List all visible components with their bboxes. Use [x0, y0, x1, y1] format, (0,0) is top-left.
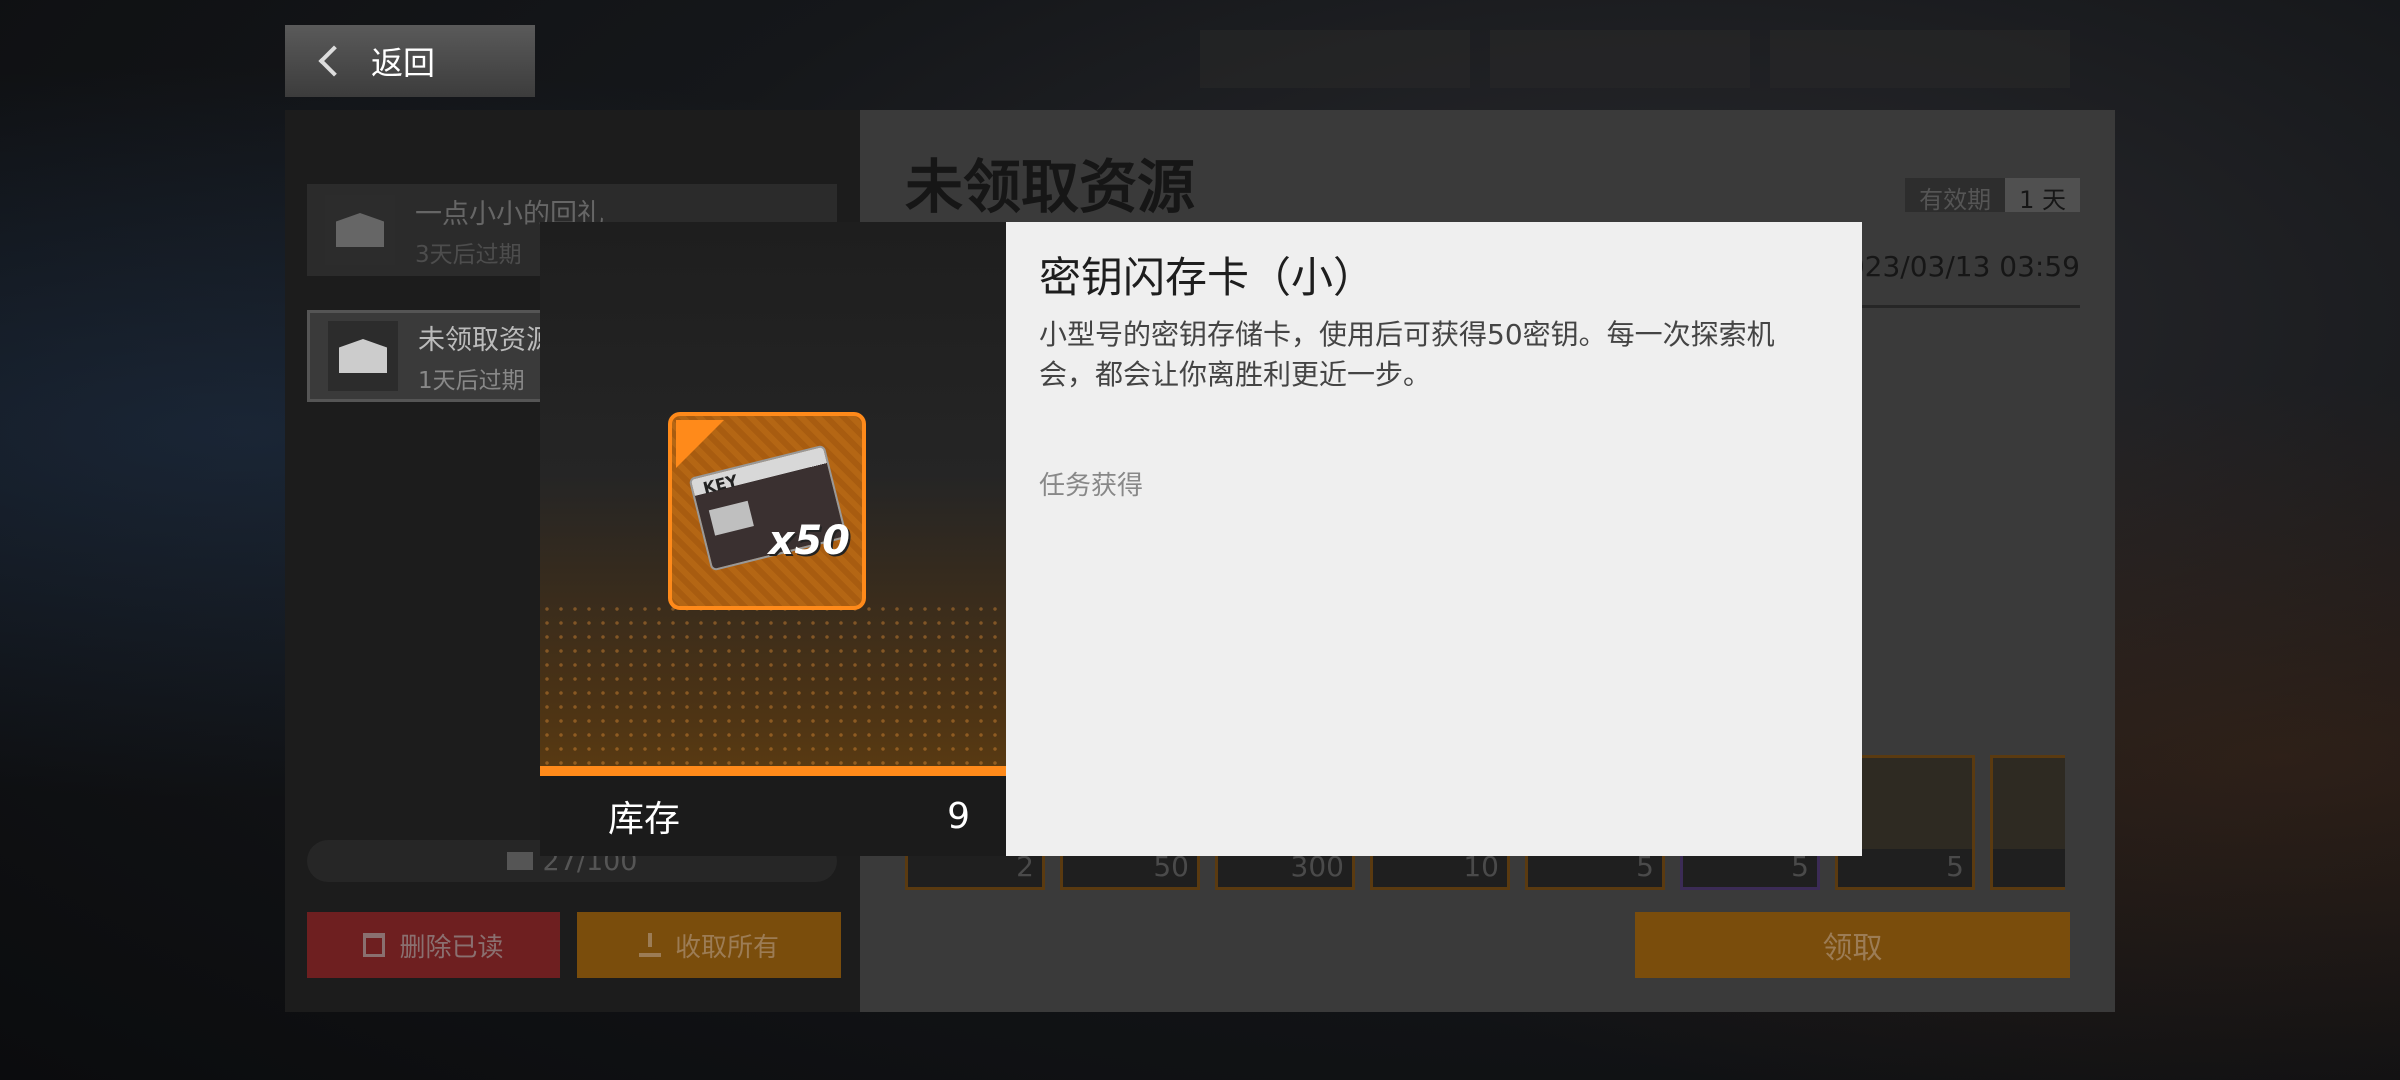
item-info: 密钥闪存卡（小） 小型号的密钥存储卡，使用后可获得50密钥。每一次探索机会，都会… — [1006, 222, 1862, 856]
resource-bar-1 — [1200, 30, 1470, 88]
item-title: 密钥闪存卡（小） — [1039, 253, 1376, 302]
reward-qty: 5 — [1946, 850, 1964, 883]
delete-read-label: 删除已读 — [399, 932, 504, 963]
stock-bar: 库存 9 — [540, 776, 1006, 856]
mail-date: 2023/03/13 03:59 — [1829, 250, 2080, 283]
chevron-left-icon — [318, 45, 350, 77]
item-type-badge — [676, 420, 724, 468]
envelope-icon — [328, 321, 398, 391]
mail-item-title: 未领取资源 — [418, 324, 553, 356]
dot-pattern — [540, 602, 1006, 776]
resource-bar-2 — [1490, 30, 1750, 88]
trash-icon — [363, 933, 386, 957]
reward-item[interactable] — [1990, 755, 2065, 890]
item-detail-popup[interactable]: KEY x50 库存 9 密钥闪存卡（小） 小型号的密钥存储卡，使用后可获得50… — [540, 222, 1862, 856]
collect-all-button[interactable]: 收取所有 — [577, 912, 841, 978]
validity-value: 1 天 — [2005, 178, 2080, 214]
item-preview: KEY x50 库存 9 — [540, 222, 1006, 856]
key-card-key-text: KEY — [701, 470, 740, 498]
validity-tag: 有效期 1 天 — [1905, 178, 2080, 214]
mail-item-expiry: 1天后过期 — [418, 367, 525, 394]
item-source: 任务获得 — [1039, 471, 1144, 501]
item-description: 小型号的密钥存储卡，使用后可获得50密钥。每一次探索机会，都会让你离胜利更近一步… — [1039, 318, 1775, 391]
claim-label: 领取 — [1822, 931, 1883, 966]
delete-read-button[interactable]: 删除已读 — [307, 912, 560, 978]
mail-icon — [506, 852, 533, 870]
resource-bar-3 — [1770, 30, 2070, 88]
back-label: 返回 — [371, 44, 436, 82]
download-icon — [638, 933, 661, 957]
collect-all-label: 收取所有 — [674, 932, 779, 963]
envelope-icon — [325, 195, 395, 265]
stock-value: 9 — [947, 795, 970, 837]
stock-label: 库存 — [608, 799, 681, 840]
back-button[interactable]: 返回 — [285, 25, 535, 97]
key-card-icon: KEY x50 — [668, 412, 866, 610]
key-card-qty-text: x50 — [768, 518, 850, 564]
accent-line — [540, 766, 1006, 776]
validity-label: 有效期 — [1905, 178, 2006, 214]
mail-detail-title: 未领取资源 — [905, 153, 1196, 221]
claim-button[interactable]: 领取 — [1635, 912, 2070, 978]
